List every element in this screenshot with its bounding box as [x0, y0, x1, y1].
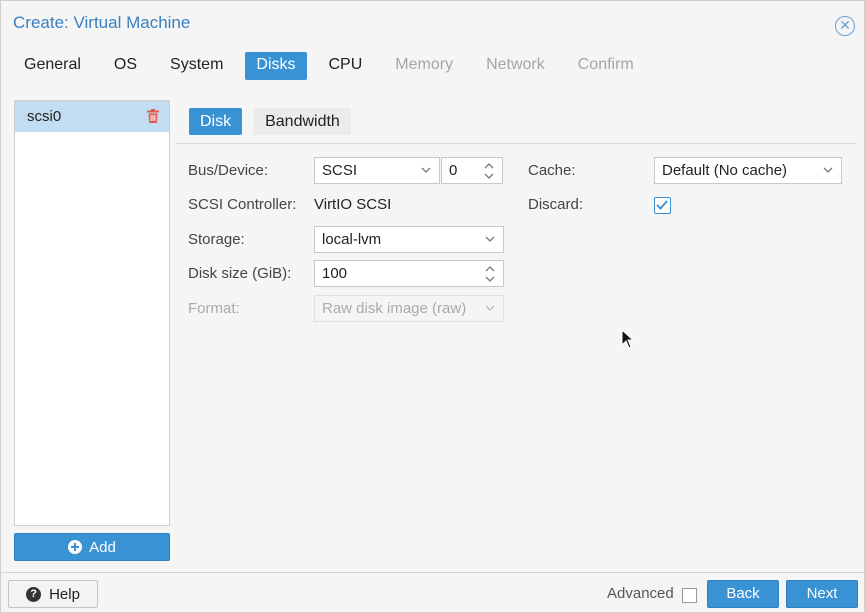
scsi-controller-label: SCSI Controller: [188, 196, 297, 213]
dialog-title: Create: Virtual Machine [13, 13, 191, 32]
disk-size-stepper[interactable]: 100 [314, 260, 504, 287]
close-icon[interactable]: ✕ [835, 16, 855, 36]
tab-general[interactable]: General [13, 52, 92, 80]
tab-system[interactable]: System [159, 52, 234, 80]
device-value: 0 [449, 162, 458, 179]
disk-size-value: 100 [322, 265, 348, 282]
plus-circle-icon [68, 540, 83, 554]
tab-cpu[interactable]: CPU [318, 52, 374, 80]
format-label: Format: [188, 300, 240, 317]
spinner-icon[interactable] [484, 162, 494, 180]
wizard-tabs: General OS System Disks CPU Memory Netwo… [13, 52, 656, 80]
chevron-down-icon [485, 305, 495, 311]
spinner-icon[interactable] [485, 265, 495, 283]
back-button[interactable]: Back [707, 580, 779, 608]
disk-size-label: Disk size (GiB): [188, 265, 292, 282]
next-button[interactable]: Next [786, 580, 858, 608]
cache-select[interactable]: Default (No cache) [654, 157, 842, 184]
advanced-label: Advanced [607, 585, 674, 602]
bus-device-label: Bus/Device: [188, 162, 269, 179]
bus-select[interactable]: SCSI [314, 157, 440, 184]
add-button-label: Add [89, 538, 116, 556]
chevron-down-icon [421, 167, 431, 173]
tab-memory: Memory [395, 56, 454, 73]
disk-list-item[interactable]: scsi0 [15, 101, 169, 132]
discard-label: Discard: [528, 196, 584, 213]
format-select: Raw disk image (raw) [314, 295, 504, 322]
discard-checkbox[interactable] [654, 197, 671, 214]
chevron-down-icon [823, 167, 833, 173]
divider [176, 143, 856, 144]
disk-subtabs: Disk Bandwidth [189, 108, 351, 135]
disk-settings-panel: Disk Bandwidth Bus/Device: SCSI 0 SCSI C… [176, 100, 856, 570]
scsi-controller-value: VirtIO SCSI [314, 196, 392, 213]
bus-value: SCSI [322, 162, 358, 179]
cache-value: Default (No cache) [662, 162, 788, 179]
advanced-checkbox[interactable] [682, 588, 697, 603]
disk-item-label: scsi0 [27, 108, 62, 125]
chevron-down-icon [485, 236, 495, 242]
tab-network: Network [486, 56, 545, 73]
help-button[interactable]: ? Help [8, 580, 98, 608]
disk-list: scsi0 [14, 100, 170, 526]
title-bar: Create: Virtual Machine ✕ [1, 1, 864, 47]
subtab-bandwidth[interactable]: Bandwidth [254, 108, 351, 135]
tab-os[interactable]: OS [103, 52, 148, 80]
storage-label: Storage: [188, 231, 245, 248]
tab-disks[interactable]: Disks [245, 52, 307, 80]
checkmark-icon [656, 200, 668, 210]
format-value: Raw disk image (raw) [322, 300, 467, 317]
content-area: scsi0 Add Disk Bandwidth Bus/Device: SCS… [1, 89, 864, 572]
tab-confirm: Confirm [577, 56, 634, 73]
add-disk-button[interactable]: Add [14, 533, 170, 561]
storage-value: local-lvm [322, 231, 382, 248]
dialog-footer: ? Help Advanced Back Next [1, 572, 864, 612]
help-label: Help [49, 585, 80, 603]
device-number-stepper[interactable]: 0 [441, 157, 503, 184]
mouse-cursor-icon [621, 329, 635, 349]
trash-icon[interactable] [147, 109, 159, 123]
subtab-disk[interactable]: Disk [189, 108, 243, 135]
create-vm-dialog: Create: Virtual Machine ✕ General OS Sys… [0, 0, 865, 613]
help-icon: ? [26, 586, 42, 602]
cache-label: Cache: [528, 162, 576, 179]
storage-select[interactable]: local-lvm [314, 226, 504, 253]
